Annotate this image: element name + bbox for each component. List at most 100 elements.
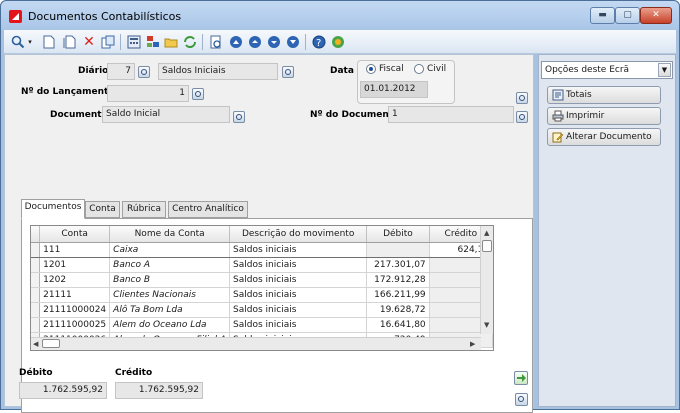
options-select-value: Opções deste Ecrã (545, 65, 630, 75)
duplicate-icon[interactable] (100, 34, 116, 50)
cell-debito (366, 242, 430, 258)
table-row[interactable]: 21111000024 Alô Ta Bom Lda Saldos inicia… (31, 302, 493, 318)
table-row[interactable]: 21111000025 Alem do Oceano Lda Saldos in… (31, 317, 493, 333)
folder-icon[interactable] (163, 34, 179, 50)
horizontal-scroll-thumb[interactable] (42, 339, 60, 348)
chevron-down-icon[interactable]: ▼ (658, 63, 671, 77)
row-indicator (31, 302, 41, 318)
scroll-up-icon[interactable]: ▲ (484, 228, 489, 238)
close-button[interactable]: ✕ (640, 7, 672, 24)
tab-documentos[interactable]: Documentos (21, 199, 85, 219)
ndocumento-label: Nº do Documento (310, 110, 400, 120)
table-row[interactable]: 111 Caixa Saldos iniciais 624,16 (31, 242, 493, 258)
documento-field[interactable]: Saldo Inicial (102, 106, 230, 123)
chevron-down-icon[interactable]: ▾ (26, 34, 34, 50)
cell-conta: 21111000024 (39, 302, 111, 318)
column-header-descricao[interactable]: Descrição do movimento (229, 226, 368, 243)
alterar-documento-button[interactable]: Alterar Documento (547, 128, 661, 146)
lancamento-lookup-icon[interactable] (192, 88, 204, 100)
totais-label: Totais (566, 90, 592, 100)
calculator-icon[interactable] (126, 34, 142, 50)
print-preview-icon[interactable] (208, 34, 224, 50)
lancamento-label: Nº do Lançamento (21, 87, 115, 97)
grid-search-icon[interactable] (515, 393, 528, 406)
table-row[interactable]: 21111 Clientes Nacionais Saldos iniciais… (31, 287, 493, 303)
minimize-button[interactable]: ▬ (590, 7, 615, 24)
next-record-icon[interactable] (266, 34, 282, 50)
cell-nome: Banco B (109, 272, 231, 288)
edit-document-icon (552, 131, 564, 143)
options-select[interactable]: Opções deste Ecrã ▼ (541, 61, 673, 79)
column-header-debito[interactable]: Débito (366, 226, 430, 243)
cell-nome: Alem do Oceano Lda (109, 317, 231, 333)
cell-conta: 111 (39, 242, 111, 258)
help-icon[interactable]: ? (311, 34, 327, 50)
date-box: Fiscal Civil 01.01.2012 (357, 60, 455, 104)
title-bar: Documentos Contabilísticos ▬ ▢ ✕ (1, 1, 679, 30)
imprimir-button[interactable]: Imprimir (547, 107, 661, 125)
cell-debito: 166.211,99 (366, 287, 430, 303)
fiscal-radio-label: Fiscal (379, 64, 404, 74)
fiscal-radio[interactable]: Fiscal (366, 64, 404, 74)
new-document-icon[interactable] (41, 34, 57, 50)
lancamento-field[interactable]: 1 (107, 85, 189, 102)
civil-radio[interactable]: Civil (414, 64, 446, 74)
cell-nome: Clientes Nacionais (109, 287, 231, 303)
row-indicator (31, 242, 41, 258)
table-row[interactable]: 1202 Banco B Saldos iniciais 172.912,28 (31, 272, 493, 288)
horizontal-scrollbar[interactable]: ◀ ▶ (31, 337, 481, 350)
cell-descricao: Saldos iniciais (229, 287, 368, 303)
civil-radio-dot (414, 64, 424, 74)
row-indicator (31, 272, 41, 288)
ndocumento-field[interactable]: 1 (388, 106, 514, 123)
tab-centro-analitico[interactable]: Centro Analítico (168, 201, 248, 218)
delete-icon[interactable]: ✕ (81, 34, 97, 50)
document-form-panel: Diário 7 Saldos Iniciais Nº do Lançament… (4, 54, 534, 413)
copy-document-icon[interactable] (61, 34, 77, 50)
cell-debito: 217.301,07 (366, 257, 430, 273)
row-indicator (31, 257, 41, 273)
first-record-icon[interactable] (228, 34, 244, 50)
tab-rubrica[interactable]: Rúbrica (122, 201, 166, 218)
ndocumento-lookup-icon[interactable] (516, 111, 528, 123)
previous-record-icon[interactable] (247, 34, 263, 50)
cell-descricao: Saldos iniciais (229, 302, 368, 318)
cell-debito: 16.641,80 (366, 317, 430, 333)
scroll-right-icon[interactable]: ▶ (470, 339, 475, 349)
diario-number-field[interactable]: 7 (107, 63, 135, 80)
scroll-left-icon[interactable]: ◀ (33, 339, 38, 349)
refresh-icon[interactable] (182, 34, 198, 50)
movements-grid[interactable]: Conta Nome da Conta Descrição do movimen… (30, 225, 494, 351)
cell-descricao: Saldos iniciais (229, 317, 368, 333)
fiscal-radio-dot (366, 64, 376, 74)
last-record-icon[interactable] (285, 34, 301, 50)
vertical-scrollbar[interactable]: ▲ ▼ (480, 226, 493, 334)
app-logo-icon (9, 10, 22, 23)
search-icon[interactable] (10, 34, 26, 50)
total-credito-label: Crédito (115, 368, 153, 378)
diario-lookup-icon[interactable] (138, 66, 150, 78)
cell-debito: 19.628,72 (366, 302, 430, 318)
documento-lookup-icon[interactable] (233, 111, 245, 123)
maximize-button[interactable]: ▢ (615, 7, 640, 24)
filter-icon[interactable] (145, 34, 161, 50)
date-lookup-icon[interactable] (516, 92, 528, 104)
exit-icon[interactable] (330, 34, 346, 50)
cell-nome: Banco A (109, 257, 231, 273)
date-field[interactable]: 01.01.2012 (360, 81, 428, 98)
vertical-scroll-thumb[interactable] (482, 240, 492, 252)
scroll-down-icon[interactable]: ▼ (484, 320, 489, 330)
toolbar: ▾ ✕ ? (4, 30, 676, 54)
tab-conta[interactable]: Conta (85, 201, 120, 218)
table-row[interactable]: 1201 Banco A Saldos iniciais 217.301,07 (31, 257, 493, 273)
column-header-nome[interactable]: Nome da Conta (109, 226, 231, 243)
column-header-conta[interactable]: Conta (39, 226, 111, 243)
data-label: Data (330, 66, 354, 76)
side-panel: Opções deste Ecrã ▼ Totais Imprimir Alte… (538, 54, 676, 407)
add-line-button[interactable] (514, 371, 528, 385)
totais-button[interactable]: Totais (547, 86, 661, 104)
diario-name-lookup-icon[interactable] (282, 66, 294, 78)
cell-conta: 21111 (39, 287, 111, 303)
window-title: Documentos Contabilísticos (28, 10, 182, 23)
row-indicator (31, 287, 41, 303)
